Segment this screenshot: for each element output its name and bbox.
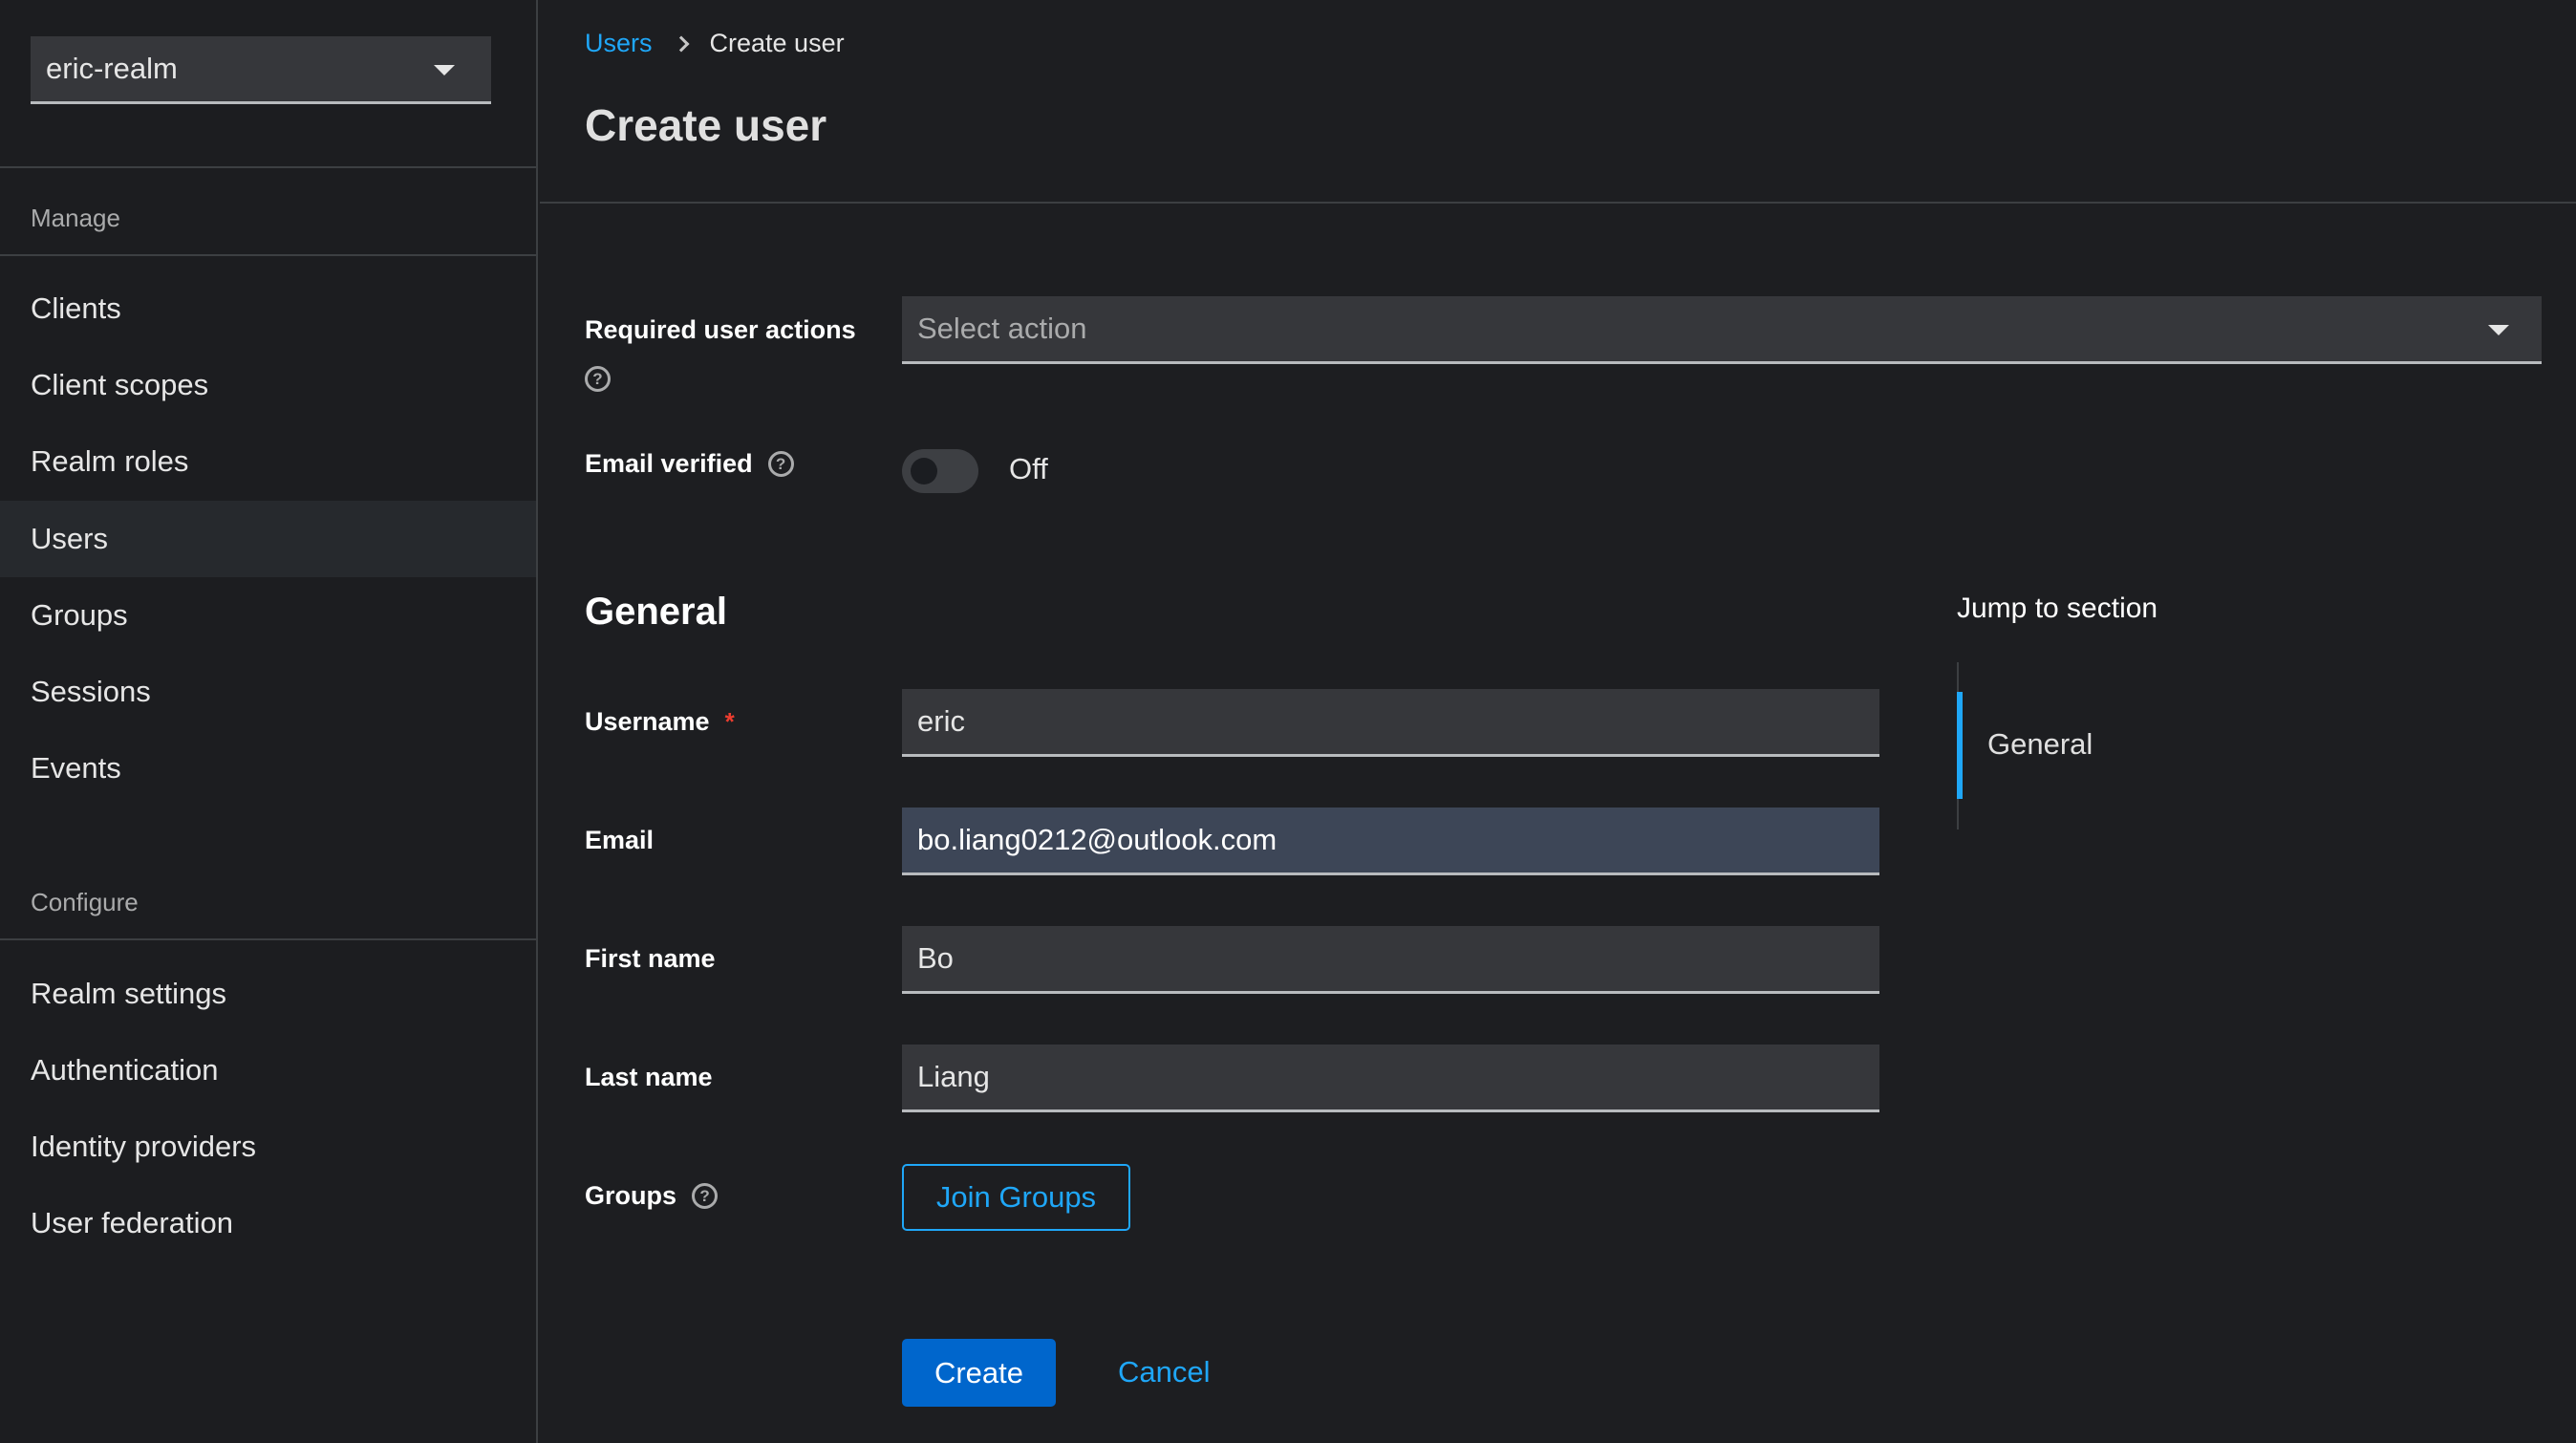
cancel-button[interactable]: Cancel [1118,1355,1211,1389]
help-icon[interactable]: ? [767,451,794,477]
join-groups-button[interactable]: Join Groups [902,1164,1130,1231]
sidebar-item-clients[interactable]: Clients [0,270,536,347]
chevron-right-icon [673,35,690,52]
sidebar-item-realm-roles[interactable]: Realm roles [0,423,536,500]
caret-down-icon [434,65,455,75]
username-label: Username * [585,707,735,737]
username-label-text: Username [585,707,710,736]
breadcrumb-current: Create user [709,29,845,57]
section-title-general: General [585,591,727,633]
breadcrumb: Users Create user [585,29,845,58]
jump-to-section-title: Jump to section [1957,592,2158,624]
sidebar-item-identity-providers[interactable]: Identity providers [0,1109,536,1185]
sidebar-divider [0,938,536,940]
sidebar-section-configure: Configure [31,888,139,916]
page-header: Users Create user Create user [540,0,2576,204]
groups-label: Groups ? [585,1181,719,1211]
help-icon[interactable]: ? [585,366,611,392]
jump-link-general[interactable]: General [1987,727,2093,762]
email-label-text: Email [585,826,655,854]
sidebar: eric-realm Manage Clients Client scopes … [0,0,538,1443]
realm-selector[interactable]: eric-realm [31,36,491,104]
caret-down-icon [2488,325,2509,335]
last-name-input[interactable] [902,1045,1879,1112]
sidebar-item-events[interactable]: Events [0,730,536,807]
groups-label-text: Groups [585,1181,677,1210]
email-input[interactable] [902,808,1879,875]
first-name-input[interactable] [902,926,1879,994]
sidebar-item-users[interactable]: Users [0,501,536,577]
create-button[interactable]: Create [902,1339,1056,1407]
last-name-label: Last name [585,1063,713,1092]
sidebar-item-authentication[interactable]: Authentication [0,1032,536,1109]
first-name-label: First name [585,944,716,974]
sidebar-section-manage: Manage [31,204,120,232]
page-title: Create user [585,100,827,150]
email-verified-label: Email verified ? [585,449,794,479]
sidebar-item-realm-settings[interactable]: Realm settings [0,956,536,1032]
required-actions-select[interactable]: Select action [902,296,2542,364]
sidebar-item-sessions[interactable]: Sessions [0,654,536,730]
realm-selector-value: eric-realm [46,52,178,85]
breadcrumb-users-link[interactable]: Users [585,29,653,58]
sidebar-item-user-federation[interactable]: User federation [0,1185,536,1261]
jump-nav-active-indicator [1957,692,1963,799]
email-verified-label-text: Email verified [585,449,753,478]
required-indicator: * [724,707,735,736]
email-verified-state: Off [1009,452,1048,485]
first-name-label-text: First name [585,944,716,973]
required-actions-label: Required user actions [585,315,856,345]
sidebar-divider [0,166,536,168]
toggle-knob [911,458,937,485]
last-name-label-text: Last name [585,1063,713,1091]
sidebar-divider [0,254,536,256]
required-actions-label-text: Required user actions [585,315,856,344]
email-label: Email [585,826,654,855]
help-icon[interactable]: ? [692,1183,719,1209]
username-input[interactable] [902,689,1879,757]
sidebar-item-groups[interactable]: Groups [0,577,536,654]
required-actions-placeholder: Select action [917,312,1087,345]
email-verified-toggle[interactable] [902,449,978,493]
sidebar-item-client-scopes[interactable]: Client scopes [0,347,536,423]
main-content: Users Create user Create user Required u… [540,0,2576,1443]
